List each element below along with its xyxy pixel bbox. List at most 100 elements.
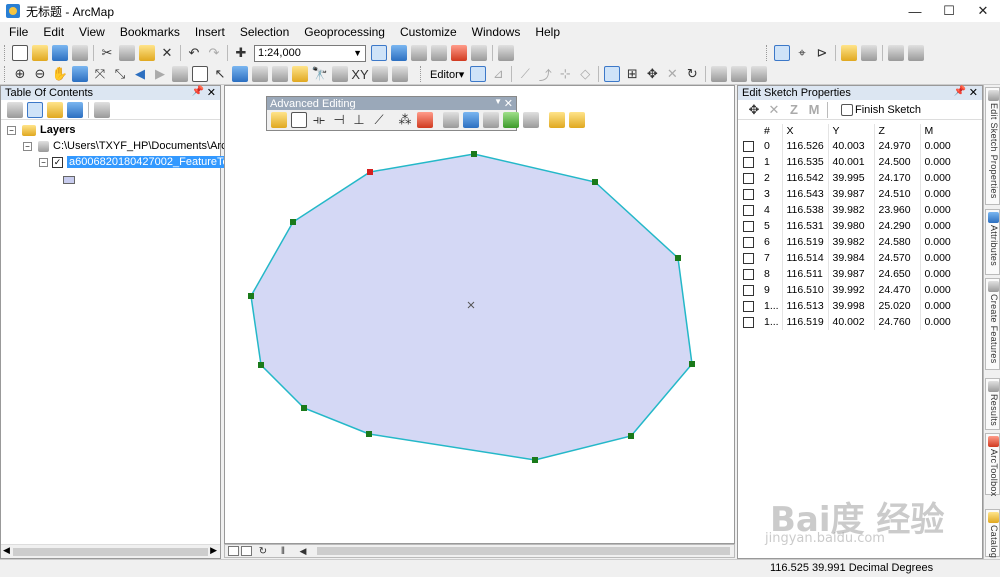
vertex-4[interactable] <box>628 433 634 439</box>
menu-geoprocessing[interactable]: Geoprocessing <box>295 25 391 39</box>
table-row[interactable]: 1 116.535 40.001 24.500 0.000 <box>740 154 966 170</box>
m-toggle[interactable]: M <box>806 102 822 118</box>
new-document-icon[interactable] <box>12 45 28 61</box>
vertex-checkbox[interactable] <box>743 300 754 312</box>
arctoolbox-icon[interactable] <box>451 45 467 61</box>
pause-drawing-icon[interactable]: ‖ <box>275 543 291 559</box>
sketch-tool-icon[interactable] <box>841 45 857 61</box>
sketch-polygon[interactable] <box>250 153 693 461</box>
edit-tool-icon[interactable] <box>774 45 790 61</box>
edit-vertices-icon[interactable]: ⌖ <box>794 45 810 61</box>
advanced-editing-toolbar[interactable]: Advanced Editing ▼ ✕ ⟛ ⊣ ⊥ ⟋ ⁂ <box>266 96 585 131</box>
menu-file[interactable]: File <box>0 25 34 39</box>
layer-symbol-row[interactable] <box>63 173 75 187</box>
header-m[interactable]: M <box>919 124 966 138</box>
select-features-icon[interactable] <box>172 66 188 82</box>
pin-icon[interactable]: 📌 <box>192 86 204 97</box>
vertex-checkbox[interactable] <box>743 284 754 296</box>
dock-tab-create-features[interactable]: Create Features <box>985 278 1000 370</box>
construct-points-icon[interactable]: ⁂ <box>397 112 413 128</box>
vertex-checkbox[interactable] <box>743 236 754 248</box>
table-row[interactable]: 4 116.538 39.982 23.960 0.000 <box>740 202 966 218</box>
delete-vertex-icon[interactable]: ✕ <box>766 102 782 118</box>
straight-segment-icon[interactable]: ⟋ <box>517 66 533 82</box>
trim-icon[interactable]: ⊣ <box>331 112 347 128</box>
collapse-icon[interactable]: − <box>23 141 32 151</box>
pin-icon[interactable]: 📌 <box>954 86 966 97</box>
copy-features-icon[interactable] <box>271 112 287 128</box>
toc-horizontal-scrollbar[interactable]: ◀ ▶ <box>1 544 220 558</box>
time-slider-icon[interactable] <box>372 66 388 82</box>
vertex-10[interactable] <box>290 219 296 225</box>
vertex-checkbox-cell[interactable] <box>740 298 764 314</box>
point-icon[interactable]: ◇ <box>577 66 593 82</box>
vertex-checkbox-cell[interactable] <box>740 266 764 282</box>
construct-polygons-icon[interactable] <box>549 112 565 128</box>
vertex-0[interactable] <box>471 151 477 157</box>
vertex-checkbox-cell[interactable] <box>740 218 764 234</box>
reshape-edge-icon[interactable] <box>569 112 585 128</box>
dock-tab-catalog[interactable]: Catalog <box>985 509 1000 558</box>
list-by-source-icon[interactable] <box>27 101 43 118</box>
vertex-checkbox-cell[interactable] <box>740 234 764 250</box>
vertex-3[interactable] <box>689 361 695 367</box>
sketch-properties-icon[interactable] <box>731 66 748 82</box>
finish-sketch-button[interactable]: Finish Sketch <box>839 103 921 116</box>
edit-pointer-icon[interactable] <box>470 66 487 82</box>
list-by-drawing-order-icon[interactable] <box>7 101 23 118</box>
sketch-close-icon[interactable]: ✕ <box>969 86 978 99</box>
add-data-icon[interactable]: ✚ <box>233 45 249 61</box>
vertex-7[interactable] <box>301 405 307 411</box>
dock-tab-arctoolbox[interactable]: ArcToolbox <box>985 433 1000 497</box>
layer-row[interactable]: − ✓ a6006820180427002_FeatureToP <box>39 155 238 169</box>
vertex-checkbox[interactable] <box>743 140 754 152</box>
toc-close-icon[interactable]: ✕ <box>207 86 216 99</box>
model-builder-icon[interactable] <box>498 45 514 61</box>
line-intersection-icon[interactable]: ⊥ <box>351 112 367 128</box>
vertex-checkbox[interactable] <box>743 252 754 264</box>
vertex-checkbox-cell[interactable] <box>740 138 764 154</box>
menu-edit[interactable]: Edit <box>34 25 70 39</box>
edit-annotation-icon[interactable]: ⊿ <box>490 66 506 82</box>
vertex-checkbox[interactable] <box>743 172 754 184</box>
full-extent-icon[interactable] <box>72 66 88 82</box>
vertex-2[interactable] <box>675 255 681 261</box>
map-view[interactable] <box>224 85 735 544</box>
vertex-5[interactable] <box>532 457 538 463</box>
menu-help[interactable]: Help <box>526 25 566 39</box>
vertex-checkbox-cell[interactable] <box>740 186 764 202</box>
options-icon[interactable] <box>908 45 924 61</box>
forward-extent-icon[interactable]: ▶ <box>152 66 168 82</box>
close-button[interactable]: ✕ <box>966 0 1000 22</box>
editor-toolbar-icon[interactable] <box>371 45 387 61</box>
fixed-zoom-out-icon[interactable]: ⤡ <box>112 66 128 82</box>
data-source-row[interactable]: − C:\Users\TXYF_HP\Documents\ArcGIS\ <box>23 139 249 153</box>
zoom-in-icon[interactable]: ⊕ <box>12 66 28 82</box>
find-icon[interactable]: 🔭 <box>312 66 328 82</box>
dock-tab-results[interactable]: Results <box>985 378 1000 430</box>
menu-bookmarks[interactable]: Bookmarks <box>111 25 186 39</box>
table-row[interactable]: 8 116.511 39.987 24.650 0.000 <box>740 266 966 282</box>
cut-icon[interactable]: ✂ <box>99 45 115 61</box>
menu-customize[interactable]: Customize <box>391 25 463 39</box>
find-route-icon[interactable] <box>332 66 348 82</box>
vertex-checkbox[interactable] <box>743 188 754 200</box>
table-row[interactable]: 0 116.526 40.003 24.970 0.000 <box>740 138 966 154</box>
fixed-zoom-in-icon[interactable]: ⤧ <box>92 66 108 82</box>
vertex-9[interactable] <box>248 293 254 299</box>
table-row[interactable]: 6 116.519 39.982 24.580 0.000 <box>740 234 966 250</box>
toolbar-grip[interactable] <box>420 66 423 82</box>
toc-options-icon[interactable] <box>94 101 110 118</box>
rotate-icon[interactable]: ↻ <box>684 66 700 82</box>
menu-selection[interactable]: Selection <box>231 25 295 39</box>
topology-icon[interactable] <box>861 45 877 61</box>
minimize-button[interactable]: — <box>898 0 932 22</box>
redo-icon[interactable]: ↷ <box>206 45 222 61</box>
split-icon[interactable]: ✕ <box>664 66 680 82</box>
trace-icon[interactable]: ⊹ <box>557 66 573 82</box>
replace-geometry-icon[interactable] <box>523 112 539 128</box>
pan-icon[interactable]: ✋ <box>52 66 68 82</box>
reshape-feature-icon[interactable]: ⊞ <box>624 66 640 82</box>
map-canvas[interactable] <box>225 86 735 544</box>
align-edge-icon[interactable] <box>443 112 459 128</box>
